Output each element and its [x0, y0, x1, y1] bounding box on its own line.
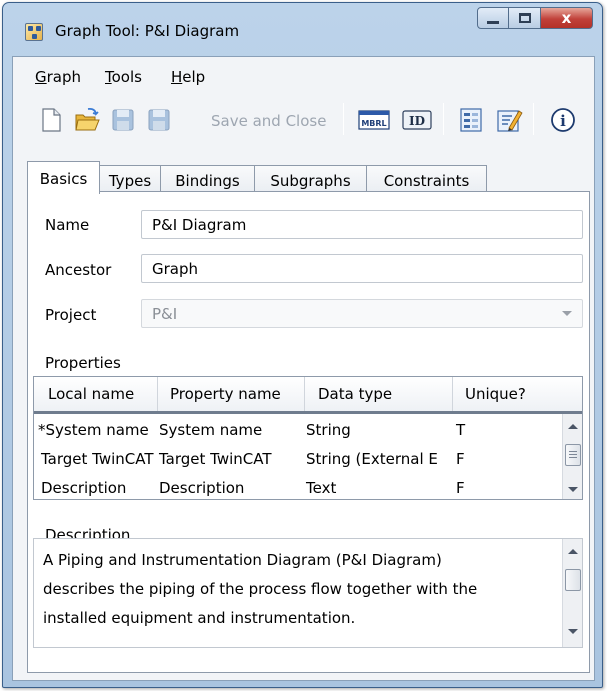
maximize-icon — [518, 13, 531, 23]
title-bar[interactable]: Graph Tool: P&I Diagram x — [3, 3, 602, 55]
save-and-close-icon[interactable] — [145, 106, 173, 134]
cell-data-type: Text — [306, 479, 337, 497]
project-value: P&I — [152, 305, 178, 323]
table-row[interactable]: Description Description Text F — [34, 474, 546, 499]
cell-data-type: String (External E — [306, 450, 438, 468]
minimize-icon — [487, 20, 499, 24]
properties-grid: Local name Property name Data type Uniqu… — [33, 376, 583, 500]
id-label: ID — [409, 114, 425, 128]
toolbar: Save and Close MBRL ID i — [21, 97, 596, 141]
description-textarea[interactable]: A Piping and Instrumentation Diagram (P&… — [33, 538, 583, 648]
column-header-data-type[interactable]: Data type — [305, 377, 453, 411]
form-icon[interactable] — [457, 106, 485, 134]
tab-bindings[interactable]: Bindings — [160, 165, 255, 194]
new-document-icon[interactable] — [37, 106, 65, 134]
open-folder-icon[interactable] — [73, 106, 101, 134]
info-label: i — [560, 112, 566, 130]
table-row[interactable]: *System name System name String T — [34, 416, 546, 445]
minimize-button[interactable] — [477, 7, 509, 29]
cell-local-name: *System name — [38, 421, 149, 439]
scroll-down-icon[interactable] — [568, 629, 578, 634]
cell-unique: F — [456, 450, 465, 468]
menu-help[interactable]: Help — [171, 68, 205, 86]
save-and-close-button[interactable]: Save and Close — [211, 112, 326, 130]
table-row[interactable]: Target TwinCAT Target TwinCAT String (Ex… — [34, 445, 546, 474]
column-header-local-name[interactable]: Local name — [34, 377, 158, 411]
cell-unique: T — [456, 421, 466, 439]
cell-property-name: System name — [159, 421, 263, 439]
cell-local-name: Description — [41, 479, 127, 497]
close-icon: x — [561, 9, 572, 27]
tab-subgraphs[interactable]: Subgraphs — [254, 165, 367, 194]
cell-property-name: Target TwinCAT — [159, 450, 272, 468]
project-dropdown: P&I — [141, 299, 583, 328]
tab-types[interactable]: Types — [99, 165, 161, 194]
menu-tools[interactable]: Tools — [105, 68, 142, 86]
info-icon[interactable]: i — [549, 106, 577, 134]
save-icon[interactable] — [109, 106, 137, 134]
scroll-up-icon[interactable] — [568, 424, 578, 429]
tab-constraints[interactable]: Constraints — [366, 165, 487, 194]
ancestor-label: Ancestor — [45, 261, 112, 279]
menu-bar: Graph Tools Help — [13, 57, 594, 93]
scroll-down-icon[interactable] — [568, 487, 578, 492]
window-title: Graph Tool: P&I Diagram — [55, 22, 240, 40]
mbrl-label: MBRL — [361, 119, 386, 128]
id-icon[interactable]: ID — [401, 106, 433, 134]
close-button[interactable]: x — [541, 7, 593, 29]
description-text: A Piping and Instrumentation Diagram (P&… — [43, 551, 478, 627]
name-input[interactable]: P&I Diagram — [141, 210, 583, 239]
cell-data-type: String — [306, 421, 351, 439]
properties-label: Properties — [45, 354, 121, 372]
mbrl-icon[interactable]: MBRL — [357, 106, 391, 134]
description-scrollbar[interactable] — [562, 539, 582, 647]
ancestor-input[interactable]: Graph — [141, 254, 583, 283]
chevron-down-icon — [562, 311, 572, 316]
column-header-unique[interactable]: Unique? — [453, 377, 582, 411]
menu-graph-rest: raph — [46, 68, 82, 86]
scroll-thumb[interactable] — [565, 444, 581, 466]
toolbar-separator — [443, 103, 444, 135]
column-header-property-name[interactable]: Property name — [158, 377, 305, 411]
menu-graph[interactable]: Graph — [35, 68, 81, 86]
toolbar-separator — [533, 103, 534, 135]
app-icon — [25, 23, 43, 41]
cell-local-name: Target TwinCAT — [41, 450, 154, 468]
edit-icon[interactable] — [495, 106, 523, 134]
name-label: Name — [45, 216, 90, 234]
scroll-thumb[interactable] — [565, 569, 581, 591]
project-label: Project — [45, 306, 97, 324]
toolbar-separator — [343, 103, 344, 135]
properties-scrollbar[interactable] — [562, 414, 582, 499]
maximize-button[interactable] — [509, 7, 541, 29]
cell-unique: F — [456, 479, 465, 497]
cell-property-name: Description — [159, 479, 245, 497]
scroll-up-icon[interactable] — [568, 549, 578, 554]
tab-basics[interactable]: Basics — [27, 161, 100, 194]
